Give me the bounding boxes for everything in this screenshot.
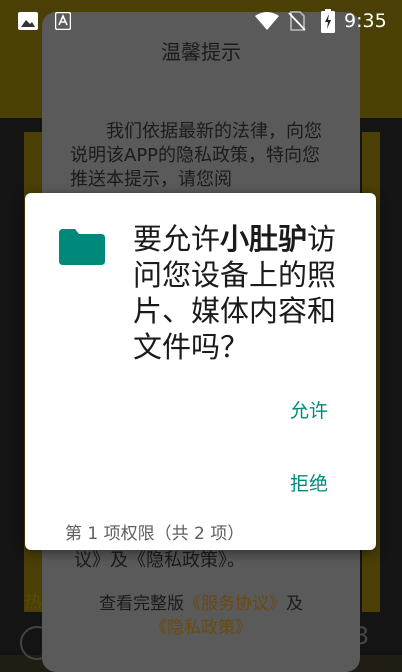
text-a-icon — [55, 12, 71, 30]
status-bar: 9:35 — [0, 0, 402, 40]
wifi-icon — [255, 12, 279, 30]
allow-button[interactable]: 允许 — [290, 396, 328, 423]
image-icon — [18, 12, 38, 30]
and-text: 及 — [286, 594, 303, 614]
message-prefix: 要允许 — [133, 222, 221, 256]
tips-paragraph: 我们依据最新的法律，向您说明该APP的隐私政策，特向您推送本提示，请您阅 — [70, 121, 322, 190]
status-time: 9:35 — [344, 10, 387, 32]
permission-counter: 第 1 项权限（共 2 项） — [65, 524, 245, 544]
folder-icon — [59, 229, 105, 265]
service-agreement-link[interactable]: 《服务协议》 — [184, 594, 286, 614]
tips-title: 温馨提示 — [161, 40, 241, 64]
battery-charging-icon — [321, 9, 335, 33]
app-name: 小肚驴 — [220, 222, 308, 256]
no-sim-icon — [288, 11, 306, 31]
view-full-prefix: 查看完整版 — [99, 594, 184, 614]
privacy-policy-link[interactable]: 《隐私政策》 — [150, 618, 252, 638]
permission-dialog: 要允许小肚驴访问您设备上的照片、媒体内容和文件吗？ 允许 拒绝 第 1 项权限（… — [25, 193, 376, 550]
tips-view-full: 查看完整版《服务协议》及 《隐私政策》 — [42, 592, 360, 640]
app-hot-label: 热 — [24, 592, 42, 613]
permission-message: 要允许小肚驴访问您设备上的照片、媒体内容和文件吗？ — [133, 221, 363, 365]
deny-button[interactable]: 拒绝 — [290, 469, 328, 496]
